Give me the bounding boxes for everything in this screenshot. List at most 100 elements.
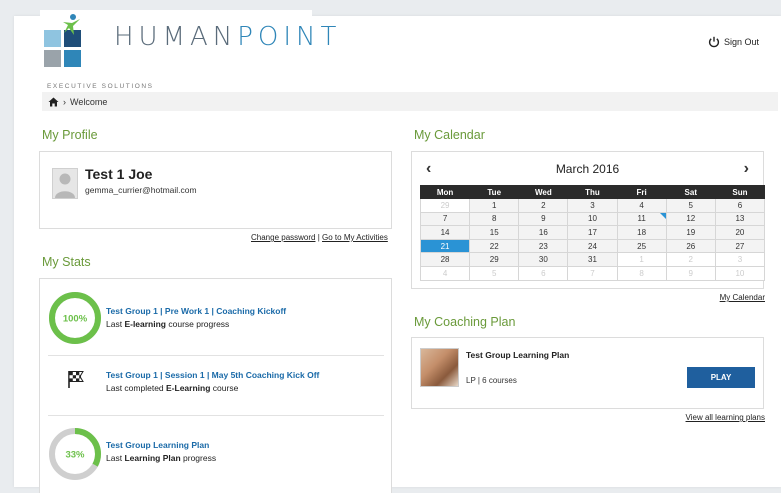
calendar-day[interactable]: 16: [518, 225, 569, 240]
weekday-header: Thu: [567, 185, 618, 199]
calendar-day[interactable]: 5: [665, 198, 716, 213]
home-icon[interactable]: [48, 97, 59, 107]
stats-card: 100% Test Group 1 | Pre Work 1 | Coachin…: [39, 278, 392, 493]
calendar-day[interactable]: 29: [419, 198, 471, 213]
my-activities-link[interactable]: Go to My Activities: [322, 233, 388, 242]
calendar-day[interactable]: 28: [419, 252, 471, 267]
sign-out-label: Sign Out: [723, 37, 759, 47]
calendar-day[interactable]: 13: [714, 211, 766, 227]
coaching-link-row: View all learning plans: [686, 413, 765, 422]
logo-wordmark: HUMANPOINT: [114, 22, 342, 52]
stat-title-link[interactable]: Test Group Learning Plan: [106, 440, 209, 450]
calendar-day[interactable]: 19: [665, 225, 716, 240]
stat-title-link[interactable]: Test Group 1 | Pre Work 1 | Coaching Kic…: [106, 306, 286, 316]
calendar-day[interactable]: 14: [419, 225, 471, 240]
change-password-link[interactable]: Change password: [251, 233, 315, 242]
progress-label: 100%: [63, 314, 88, 325]
view-all-learning-plans-link[interactable]: View all learning plans: [686, 413, 765, 422]
calendar-grid: Mon Tue Wed Thu Fri Sat Sun 29 1 2 3 4 5: [419, 185, 766, 281]
calendar-day[interactable]: 9: [665, 265, 716, 281]
plan-thumbnail[interactable]: [420, 348, 459, 387]
profile-links: Change password | Go to My Activities: [251, 233, 388, 242]
calendar-card: ‹ March 2016 › Mon Tue Wed Thu Fri Sat S…: [411, 151, 766, 289]
plan-meta: LP | 6 courses: [466, 376, 517, 385]
progress-ring: 100%: [49, 292, 101, 344]
calendar-day[interactable]: 4: [419, 265, 471, 281]
calendar-day[interactable]: 12: [665, 211, 716, 227]
weekday-header: Sat: [665, 185, 716, 199]
logo-figure-icon: [63, 14, 80, 35]
profile-card: Test 1 Joe gemma_currier@hotmail.com: [39, 151, 392, 229]
calendar-day[interactable]: 2: [665, 252, 716, 267]
calendar-next-button[interactable]: ›: [744, 160, 749, 178]
calendar-day[interactable]: 17: [567, 225, 618, 240]
weekday-header: Wed: [518, 185, 569, 199]
calendar-day[interactable]: 7: [419, 211, 471, 227]
calendar-day[interactable]: 3: [567, 198, 618, 213]
stat-subtitle: Last Learning Plan progress: [106, 453, 217, 463]
calendar-day[interactable]: 15: [469, 225, 520, 240]
stat-subtitle: Last E-learning course progress: [106, 319, 230, 329]
coaching-section-title: My Coaching Plan: [414, 315, 516, 329]
calendar-day[interactable]: 27: [714, 238, 766, 254]
breadcrumb-current: Welcome: [70, 96, 108, 107]
logo-square-blue: [64, 50, 81, 67]
play-button[interactable]: PLAY: [687, 367, 755, 388]
logo-square-gray: [44, 50, 61, 67]
calendar-day[interactable]: 5: [469, 265, 520, 281]
profile-name: Test 1 Joe: [85, 166, 153, 182]
breadcrumb: › Welcome: [42, 92, 778, 111]
calendar-day[interactable]: 23: [518, 238, 569, 254]
calendar-day-with-event[interactable]: 11: [616, 211, 667, 227]
calendar-day[interactable]: 10: [567, 211, 618, 227]
weekday-header: Tue: [469, 185, 520, 199]
profile-section-title: My Profile: [42, 128, 98, 142]
calendar-day[interactable]: 2: [518, 198, 569, 213]
calendar-day[interactable]: 30: [518, 252, 569, 267]
weekday-header: Sun: [714, 185, 766, 199]
calendar-day[interactable]: 20: [714, 225, 766, 240]
calendar-day[interactable]: 8: [616, 265, 667, 281]
weekday-header: Mon: [419, 185, 471, 199]
checkered-flag-icon: [68, 371, 84, 388]
progress-label: 33%: [65, 450, 85, 461]
logo[interactable]: HUMANPOINT: [40, 10, 336, 82]
calendar-day[interactable]: 9: [518, 211, 569, 227]
plan-title[interactable]: Test Group Learning Plan: [466, 350, 569, 360]
user-avatar-icon: [52, 168, 78, 199]
stat-item[interactable]: Test Group 1 | Session 1 | May 5th Coach…: [48, 365, 382, 405]
calendar-day[interactable]: 31: [567, 252, 618, 267]
calendar-day[interactable]: 7: [567, 265, 618, 281]
calendar-day[interactable]: 1: [616, 252, 667, 267]
calendar-day[interactable]: 3: [714, 252, 766, 267]
calendar-day[interactable]: 25: [616, 238, 667, 254]
stat-subtitle: Last completed E-Learning course: [106, 383, 239, 393]
calendar-day[interactable]: 24: [567, 238, 618, 254]
stat-divider: [48, 415, 384, 416]
my-calendar-link[interactable]: My Calendar: [720, 293, 765, 302]
stat-item[interactable]: 33% Test Group Learning Plan Last Learni…: [48, 427, 382, 483]
stat-title-link[interactable]: Test Group 1 | Session 1 | May 5th Coach…: [106, 370, 319, 380]
calendar-day-selected[interactable]: 21: [419, 238, 471, 254]
calendar-day[interactable]: 4: [616, 198, 667, 213]
calendar-day[interactable]: 10: [714, 265, 766, 281]
calendar-day[interactable]: 22: [469, 238, 520, 254]
calendar-day[interactable]: 26: [665, 238, 716, 254]
stats-section-title: My Stats: [42, 255, 91, 269]
calendar-day[interactable]: 6: [518, 265, 569, 281]
calendar-section-title: My Calendar: [414, 128, 485, 142]
weekday-header: Fri: [616, 185, 667, 199]
breadcrumb-separator: ›: [63, 96, 66, 107]
stat-item[interactable]: 100% Test Group 1 | Pre Work 1 | Coachin…: [48, 291, 382, 347]
logo-square-light: [44, 30, 61, 47]
calendar-month-label: March 2016: [555, 162, 620, 176]
calendar-day[interactable]: 29: [469, 252, 520, 267]
calendar-day[interactable]: 18: [616, 225, 667, 240]
calendar-day[interactable]: 8: [469, 211, 520, 227]
logo-tagline: EXECUTIVE SOLUTIONS: [47, 83, 154, 90]
sign-out-button[interactable]: Sign Out: [708, 36, 759, 48]
coaching-plan-card: Test Group Learning Plan LP | 6 courses …: [411, 337, 764, 409]
calendar-day[interactable]: 6: [714, 198, 766, 213]
calendar-day[interactable]: 1: [469, 198, 520, 213]
page: HUMANPOINT EXECUTIVE SOLUTIONS Sign Out …: [14, 10, 781, 493]
